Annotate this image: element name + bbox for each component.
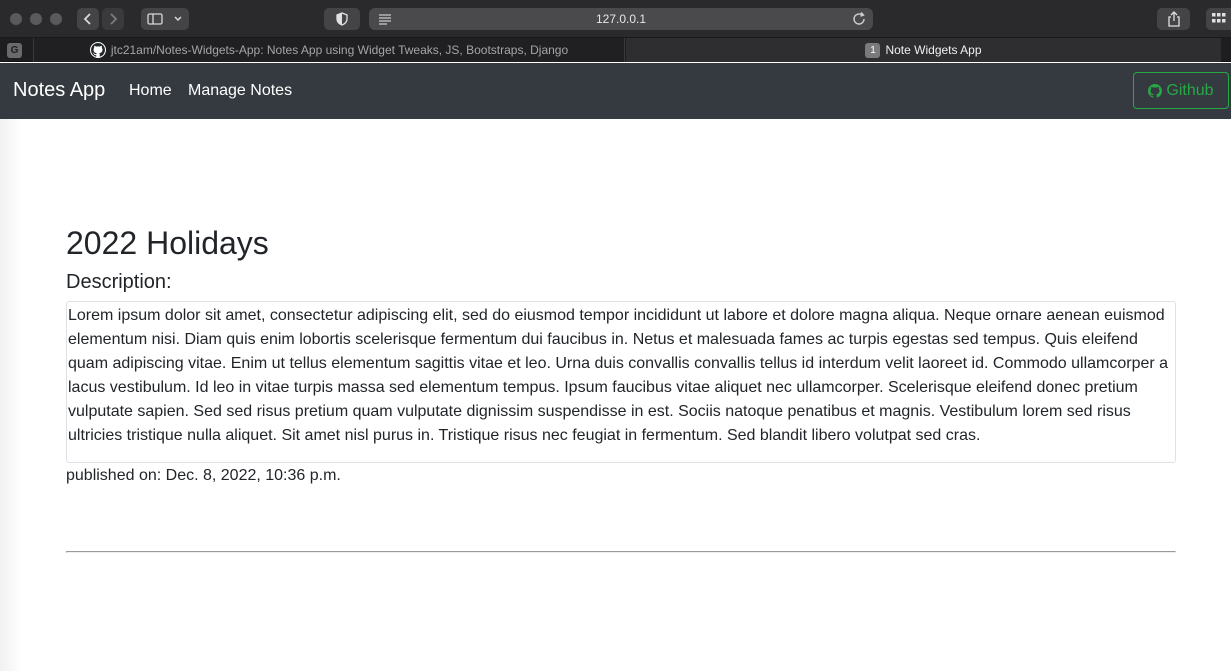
github-button[interactable]: Github bbox=[1133, 72, 1229, 109]
github-icon bbox=[1148, 83, 1163, 98]
pinned-tab[interactable]: G bbox=[7, 43, 22, 58]
address-bar[interactable]: 127.0.0.1 bbox=[369, 8, 873, 30]
zoom-window-button[interactable] bbox=[50, 13, 62, 25]
forward-button[interactable] bbox=[102, 8, 124, 30]
tab-badge: 1 bbox=[865, 42, 881, 58]
published-date: published on: Dec. 8, 2022, 10:36 p.m. bbox=[66, 467, 341, 484]
tab-title: jtc21am/Notes-Widgets-App: Notes App usi… bbox=[110, 43, 569, 57]
description-label: Description: bbox=[66, 271, 172, 293]
chevron-right-icon bbox=[110, 13, 118, 25]
sidebar-icon bbox=[147, 13, 163, 25]
chevron-left-icon bbox=[83, 13, 91, 25]
back-button[interactable] bbox=[77, 8, 99, 30]
share-icon bbox=[1167, 11, 1180, 27]
reader-mode-icon[interactable] bbox=[377, 11, 393, 27]
brand-link[interactable]: Notes App bbox=[13, 79, 105, 102]
sidebar-toggle-button[interactable] bbox=[141, 8, 189, 30]
browser-toolbar: 127.0.0.1 bbox=[0, 0, 1231, 38]
tab-title: Note Widgets App bbox=[885, 43, 982, 57]
tab-github-repo[interactable]: jtc21am/Notes-Widgets-App: Notes App usi… bbox=[33, 38, 625, 62]
nav-home-link[interactable]: Home bbox=[129, 82, 172, 100]
note-title: 2022 Holidays bbox=[66, 225, 269, 261]
privacy-shield-button[interactable] bbox=[324, 8, 360, 30]
tab-note-widgets-app[interactable]: 1 Note Widgets App bbox=[626, 38, 1221, 62]
minimize-window-button[interactable] bbox=[30, 13, 42, 25]
tab-overview-button[interactable] bbox=[1206, 8, 1231, 30]
reload-icon[interactable] bbox=[851, 11, 867, 27]
main-content: 2022 Holidays Description: Lorem ipsum d… bbox=[0, 119, 1231, 671]
note-description: Lorem ipsum dolor sit amet, consectetur … bbox=[66, 301, 1176, 463]
divider bbox=[66, 551, 1176, 553]
page-edge-shadow bbox=[0, 119, 22, 671]
close-window-button[interactable] bbox=[10, 13, 22, 25]
url-text: 127.0.0.1 bbox=[595, 12, 647, 26]
github-button-label: Github bbox=[1166, 81, 1214, 99]
grid-icon bbox=[1211, 13, 1225, 23]
share-button[interactable] bbox=[1157, 8, 1190, 30]
chevron-down-icon bbox=[174, 16, 182, 22]
tab-bar: G jtc21am/Notes-Widgets-App: Notes App u… bbox=[0, 38, 1231, 62]
nav-manage-notes-link[interactable]: Manage Notes bbox=[188, 82, 292, 100]
shield-icon bbox=[336, 12, 348, 26]
github-icon bbox=[89, 42, 106, 58]
app-navbar: Notes App Home Manage Notes Github bbox=[0, 63, 1231, 119]
